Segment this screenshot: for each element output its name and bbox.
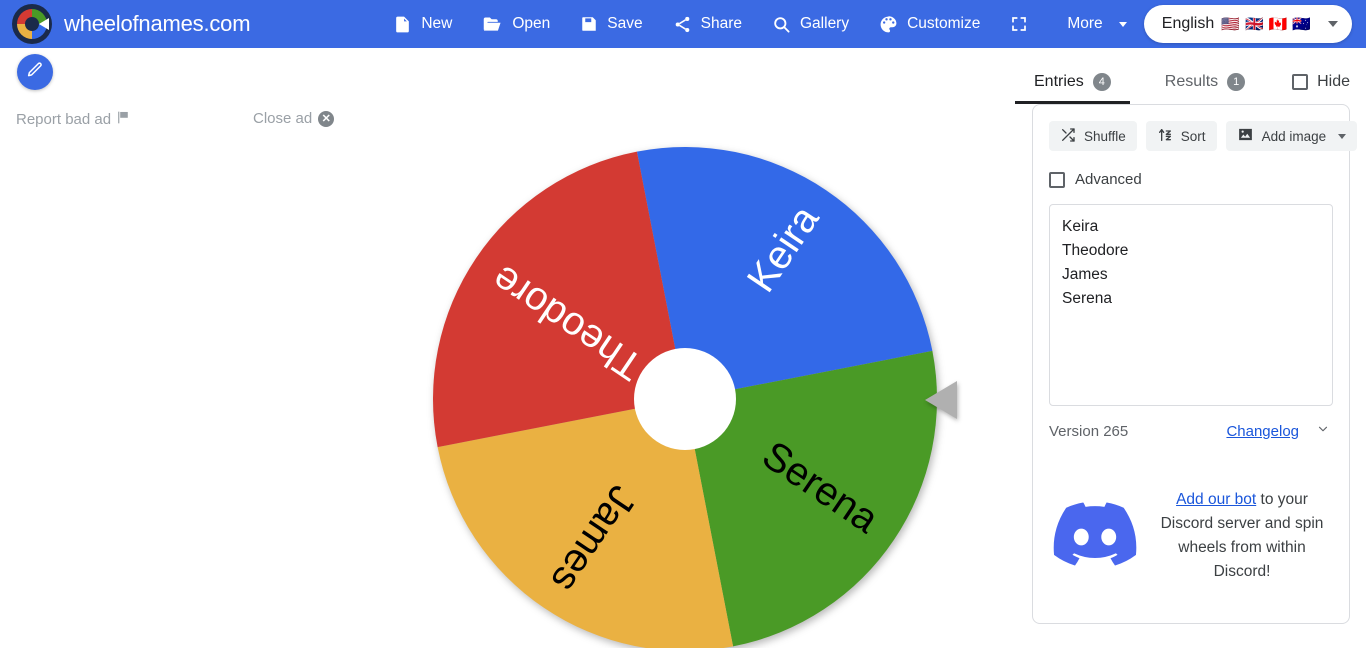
entry-line: Keira (1062, 218, 1099, 235)
nav-gallery-button[interactable]: Gallery (757, 7, 864, 42)
pencil-icon (26, 61, 44, 84)
entry-line: Serena (1062, 290, 1112, 307)
chevron-down-icon (1338, 133, 1347, 139)
shuffle-icon (1060, 127, 1076, 146)
hide-label: Hide (1317, 72, 1350, 90)
wheel-area: Report bad ad Close ad ✕ Keira Serena Ja… (0, 48, 1016, 648)
ad-controls: Report bad ad Close ad ✕ (0, 110, 560, 136)
tab-entries-label: Entries (1034, 72, 1084, 90)
changelog-link[interactable]: Changelog (1226, 423, 1299, 440)
tab-results-badge: 1 (1227, 72, 1246, 91)
tab-results-label: Results (1164, 72, 1219, 90)
nav-customize-label: Customize (907, 15, 981, 32)
wheel-hub[interactable] (634, 348, 736, 450)
fullscreen-icon (1010, 15, 1028, 33)
discord-text: Add our bot to your Discord server and s… (1155, 488, 1329, 584)
share-nodes-icon (673, 15, 692, 34)
hide-checkbox-box[interactable] (1292, 73, 1309, 90)
entries-toolbar: Shuffle Sort Add image (1049, 121, 1358, 151)
flag-au-icon: 🇦🇺 (1292, 15, 1311, 33)
tab-entries-badge: 4 (1092, 72, 1111, 91)
close-circle-icon: ✕ (318, 110, 335, 127)
nav-gallery-label: Gallery (800, 15, 850, 32)
hide-checkbox[interactable]: Hide (1292, 73, 1350, 91)
floppy-disk-icon (580, 15, 598, 33)
nav-open-label: Open (512, 15, 551, 32)
sort-button[interactable]: Sort (1145, 121, 1217, 151)
nav-customize-button[interactable]: Customize (864, 7, 995, 42)
language-label: English (1161, 15, 1215, 32)
close-ad-link[interactable]: Close ad ✕ (253, 110, 335, 127)
brand-title: wheelofnames.com (64, 11, 251, 36)
entry-line: Theodore (1062, 242, 1129, 259)
flag-us-icon: 🇺🇸 (1221, 15, 1240, 33)
flag-icon (117, 110, 131, 129)
report-bad-ad-label: Report bad ad (16, 111, 112, 128)
nav-new-label: New (421, 15, 453, 32)
flag-ca-icon: 🇨🇦 (1268, 15, 1288, 33)
wheel-logo-icon (12, 4, 52, 44)
search-icon (772, 15, 791, 34)
image-icon (1237, 126, 1254, 146)
app-header: wheelofnames.com New Open Save Share Gal… (0, 0, 1366, 48)
nav-fullscreen-button[interactable] (995, 7, 1052, 41)
app-body: Report bad ad Close ad ✕ Keira Serena Ja… (0, 48, 1366, 648)
sort-az-icon (1157, 127, 1173, 146)
advanced-checkbox[interactable]: Advanced (1049, 171, 1333, 188)
discord-icon (1053, 501, 1137, 571)
close-ad-label: Close ad (253, 110, 313, 127)
entry-line: James (1062, 266, 1108, 283)
palette-icon (879, 15, 898, 34)
side-panel: Entries 4 Results 1 Hide Shuffle Sort Ad… (1015, 48, 1366, 648)
spin-wheel[interactable]: Keira Serena James Theodore (430, 144, 940, 648)
shuffle-label: Shuffle (1084, 128, 1126, 144)
discord-add-bot-link[interactable]: Add our bot (1176, 491, 1256, 508)
add-image-button[interactable]: Add image (1225, 121, 1358, 151)
nav-more-label: More (1067, 15, 1103, 32)
add-image-label: Add image (1261, 128, 1327, 144)
main-nav: New Open Save Share Gallery Customize Mo… (378, 6, 1141, 43)
triangle-pointer-icon (925, 381, 957, 419)
tab-entries[interactable]: Entries 4 (1015, 60, 1130, 104)
shuffle-button[interactable]: Shuffle (1049, 121, 1137, 151)
brand[interactable]: wheelofnames.com (12, 4, 251, 44)
nav-more-button[interactable]: More (1052, 7, 1141, 41)
discord-promo: Add our bot to your Discord server and s… (1049, 488, 1333, 584)
nav-save-label: Save (607, 15, 643, 32)
nav-save-button[interactable]: Save (565, 7, 657, 41)
sort-label: Sort (1180, 128, 1206, 144)
report-bad-ad-link[interactable]: Report bad ad (16, 110, 131, 129)
chevron-down-icon[interactable] (1313, 422, 1333, 440)
tab-results[interactable]: Results 1 (1163, 60, 1247, 104)
folder-open-icon (482, 14, 503, 35)
advanced-label: Advanced (1075, 171, 1142, 188)
version-label: Version 265 (1049, 422, 1129, 440)
advanced-checkbox-box[interactable] (1049, 171, 1065, 188)
flag-uk-icon: 🇬🇧 (1244, 15, 1264, 33)
file-icon (393, 15, 412, 34)
version-row: Version 265 Changelog (1049, 422, 1333, 440)
entries-card: Shuffle Sort Add image Advanced Keira Th… (1032, 104, 1358, 624)
language-selector[interactable]: English 🇺🇸 🇬🇧 🇨🇦 🇦🇺 (1143, 5, 1352, 43)
nav-share-label: Share (700, 15, 742, 32)
panel-tabs: Entries 4 Results 1 Hide (1015, 60, 1350, 104)
nav-open-button[interactable]: Open (467, 6, 565, 43)
caret-down-icon (1328, 21, 1338, 27)
nav-new-button[interactable]: New (378, 7, 467, 42)
chevron-down-icon (1118, 21, 1127, 27)
nav-share-button[interactable]: Share (658, 7, 757, 42)
entries-input[interactable]: Keira Theodore James Serena (1049, 204, 1333, 406)
edit-wheel-button[interactable] (17, 54, 53, 90)
